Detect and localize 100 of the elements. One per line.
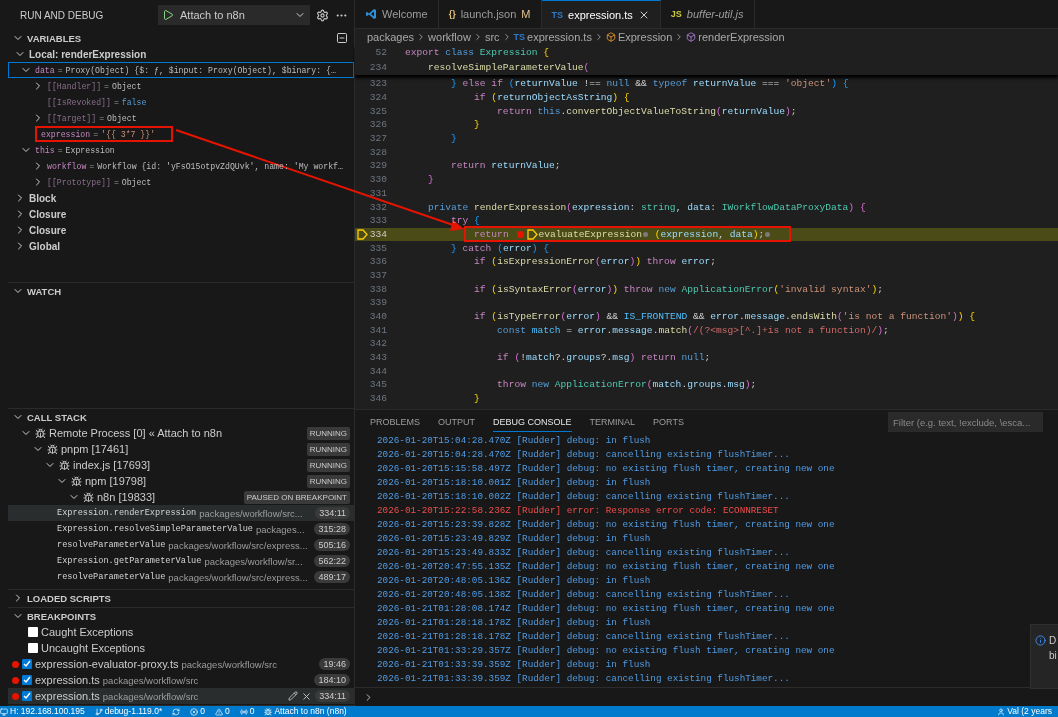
checkbox[interactable] [22, 659, 32, 669]
stack-frame[interactable]: Expression.renderExpression packages/workflow/src... 334:11 [8, 505, 354, 521]
edit-icon[interactable] [288, 691, 299, 701]
status-text[interactable]: Val (2 years [1007, 706, 1052, 717]
checkbox[interactable] [28, 627, 38, 637]
breakpoint-dot[interactable] [517, 230, 525, 238]
equals-sign: = [99, 113, 105, 123]
checkbox[interactable] [22, 691, 32, 701]
code-line: const match = error.message.match(/(?<msg>[^.]+is not a function)/); [496, 324, 889, 336]
collapse-all-icon[interactable] [336, 32, 348, 44]
variable-row[interactable]: [[IsRevoked]] = false [8, 94, 354, 110]
frame-path: packages/workflow/src... [199, 507, 303, 519]
variable-row[interactable]: data = Proxy(Object) {$: ƒ, $input: Proxy(Object), $binary: {… [8, 62, 354, 78]
scope-row[interactable]: Closure [8, 206, 354, 222]
bug-icon [71, 475, 82, 487]
call-stack-thread[interactable]: Remote Process [0] « Attach to n8n RUNNING [8, 425, 354, 441]
current-breakpoint-icon[interactable] [356, 228, 368, 240]
stack-frame[interactable]: Expression.getParameterValue packages/workflow/sr... 562:22 [8, 553, 354, 569]
inline-breakpoint-dot[interactable] [643, 231, 649, 237]
panel-tab[interactable]: PROBLEMS [370, 412, 420, 432]
scope-row[interactable]: Closure [8, 222, 354, 238]
warning-icon[interactable] [214, 707, 223, 716]
inline-breakpoint-dot[interactable] [765, 231, 771, 237]
close-icon[interactable] [301, 690, 313, 702]
breakpoint-row[interactable]: expression-evaluator-proxy.ts packages/workflow/src 19:46 [8, 656, 354, 672]
panel-tab[interactable]: OUTPUT [438, 412, 475, 432]
line-number: 343 [369, 352, 387, 364]
checkbox[interactable] [22, 675, 32, 685]
status-text[interactable]: debug-1.119.0* [104, 706, 163, 717]
call-stack-thread[interactable]: n8n [19833] PAUSED ON BREAKPOINT [8, 489, 354, 505]
variable-row[interactable]: [[Target]] = Object [8, 110, 354, 126]
panel-tab[interactable]: TERMINAL [589, 412, 636, 432]
line-number: 234 [369, 62, 387, 73]
info-icon [1035, 635, 1046, 646]
line-number: 330 [369, 174, 387, 186]
code-line: } else if (returnValue !== null && typeof returnValue === 'object') { [450, 78, 849, 90]
status-badge: RUNNING [306, 426, 350, 440]
code-text: (expression, data); [653, 228, 765, 240]
antenna-icon[interactable] [239, 707, 248, 716]
frame-path: packages... [256, 523, 305, 535]
line-number: 344 [369, 365, 387, 377]
equals-sign: = [57, 145, 63, 155]
breakpoint-path: packages/workflow/src [181, 658, 278, 670]
stack-frame[interactable]: resolveParameterValue packages/workflow/src/express... 505:16 [8, 537, 354, 553]
scope-row[interactable]: Local: renderExpression [8, 46, 354, 62]
checkbox[interactable] [28, 643, 38, 653]
branch-icon[interactable] [94, 707, 103, 716]
code-line: } [427, 174, 434, 186]
breakpoint-row[interactable]: expression.ts packages/workflow/src 334:11 [8, 688, 354, 704]
status-text[interactable]: Attach to n8n (n8n) [274, 706, 347, 717]
status-text[interactable]: 0 [200, 706, 205, 717]
stack-frame[interactable]: Expression.resolveSimpleParameterValue packages... 315:28 [8, 521, 354, 537]
variable-name: workflow [47, 161, 87, 171]
scope-row[interactable]: Block [8, 190, 354, 206]
call-stack-thread[interactable]: pnpm [17461] RUNNING [8, 441, 354, 457]
editor-tab[interactable]: TS expression.ts [541, 0, 661, 28]
line-number: 341 [369, 324, 387, 336]
panel-tab[interactable]: PORTS [653, 412, 684, 432]
view-title: RUN AND DEBUG [20, 9, 105, 21]
settings-icon[interactable] [316, 8, 329, 22]
stack-frame[interactable]: resolveParameterValue packages/workflow/src/express... 489:17 [8, 569, 354, 585]
variable-row[interactable]: [[Prototype]] = Object [8, 174, 354, 190]
breakpoint-row[interactable]: Caught Exceptions [8, 624, 354, 640]
error-icon[interactable] [190, 707, 199, 716]
call-stack-thread[interactable]: index.js [17693] RUNNING [8, 457, 354, 473]
code-text: return [474, 228, 510, 240]
console-line: 2026-01-20T15:23:39.828Z [Rudder] debug: no existing flush timer, creating new one [377, 518, 835, 532]
breadcrumb-item[interactable]: src [484, 31, 500, 43]
launch-config-dropdown[interactable]: Attach to n8n [158, 5, 310, 25]
breakpoint-row[interactable]: Uncaught Exceptions [8, 640, 354, 656]
notification-text: D [1049, 635, 1057, 646]
console-line: 2026-01-21T01:33:39.359Z [Rudder] debug: in flush [377, 658, 651, 672]
breadcrumb-item[interactable]: Expression [617, 31, 673, 43]
status-text[interactable]: H: 192.168.100.195 [10, 706, 85, 717]
breadcrumb-item[interactable]: workflow [428, 31, 471, 43]
call-stack-thread[interactable]: npm [19798] RUNNING [8, 473, 354, 489]
breadcrumb-item[interactable]: expression.ts [527, 31, 592, 43]
scope-row[interactable]: Global [8, 238, 354, 254]
bug-icon[interactable] [264, 707, 273, 716]
breakpoint-row[interactable]: expression.ts packages/workflow/src 184:10 [8, 672, 354, 688]
filter-field[interactable]: Filter (e.g. text, !exclude, \esca... [888, 412, 1043, 432]
code-line: private renderExpression(expression: string, data: IWorkflowDataProxyData) { [427, 201, 866, 213]
status-text[interactable]: 0 [249, 706, 255, 717]
variable-row[interactable]: expression = '{{ 3*7 }}' [8, 126, 354, 142]
scope-name: Global [29, 240, 61, 252]
code-line: if (isSyntaxError(error)) throw new ApplicationError('invalid syntax'); [473, 283, 883, 295]
breadcrumb-item[interactable]: renderExpression [698, 31, 785, 43]
console-line: 2026-01-21T01:28:08.174Z [Rudder] debug: no existing flush timer, creating new one [377, 602, 835, 616]
person-icon[interactable] [997, 707, 1006, 716]
code-line: return returnValue; [450, 160, 561, 172]
line-position: 334:11 [315, 507, 350, 519]
variable-row[interactable]: this = Expression [8, 142, 354, 158]
variable-row[interactable]: [[Handler]] = Object [8, 78, 354, 94]
panel-tab[interactable]: DEBUG CONSOLE [493, 412, 572, 432]
remote-icon[interactable] [0, 707, 8, 716]
breadcrumb-item[interactable]: packages [367, 31, 415, 43]
scope-name: Closure [29, 208, 67, 220]
status-text[interactable]: 0 [224, 706, 230, 717]
sync-icon[interactable] [172, 707, 181, 716]
thread-name: index.js [17693] [73, 459, 151, 471]
